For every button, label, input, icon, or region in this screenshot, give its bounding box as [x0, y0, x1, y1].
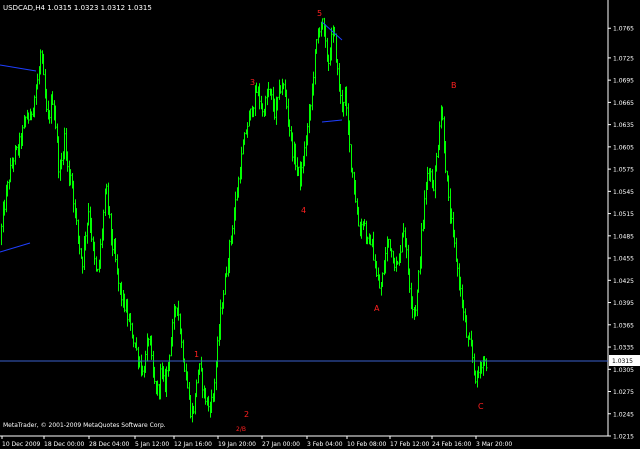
time-tick-label: 3 Feb 04:00 — [307, 441, 343, 448]
price-chart[interactable]: USDCAD,H4 1.0315 1.0323 1.0312 1.0315 1.… — [0, 0, 640, 449]
price-tick-label: 1.0365 — [613, 322, 634, 329]
current-price-label: 1.0315 — [612, 358, 633, 365]
time-tick-label: 17 Feb 12:00 — [390, 441, 430, 448]
time-tick-label: 19 Jan 20:00 — [218, 441, 256, 448]
symbol-title: USDCAD,H4 1.0315 1.0323 1.0312 1.0315 — [3, 4, 152, 12]
chart-background — [0, 0, 640, 449]
wave-label-4: 4 — [301, 206, 306, 215]
price-tick-label: 1.0335 — [613, 345, 634, 352]
time-tick-label: 12 Jan 16:00 — [174, 441, 212, 448]
price-tick-label: 1.0275 — [613, 389, 634, 396]
time-tick-label: 24 Feb 16:00 — [432, 441, 472, 448]
price-tick-label: 1.0545 — [613, 189, 634, 196]
wave-label-2b: 2/B — [236, 426, 246, 433]
price-tick-label: 1.0575 — [613, 167, 634, 174]
wave-label-2: 2 — [244, 410, 249, 419]
price-tick-label: 1.0605 — [613, 144, 634, 151]
wave-label-a: A — [374, 304, 380, 313]
price-tick-label: 1.0695 — [613, 78, 634, 85]
time-tick-label: 3 Mar 20:00 — [476, 441, 512, 448]
price-tick-label: 1.0245 — [613, 411, 634, 418]
wave-label-b: B — [451, 81, 457, 90]
time-tick-label: 10 Dec 2009 — [2, 441, 41, 448]
time-tick-label: 5 Jan 12:00 — [135, 441, 169, 448]
wave-label-5: 5 — [317, 9, 322, 18]
price-tick-label: 1.0515 — [613, 211, 634, 218]
price-tick-label: 1.0215 — [613, 434, 634, 441]
price-tick-label: 1.0765 — [613, 26, 634, 33]
price-tick-label: 1.0635 — [613, 122, 634, 129]
price-tick-label: 1.0485 — [613, 233, 634, 240]
wave-label-c: C — [478, 402, 484, 411]
time-tick-label: 28 Dec 04:00 — [89, 441, 130, 448]
price-tick-label: 1.0425 — [613, 278, 634, 285]
wave-label-1: 1 — [194, 350, 199, 359]
copyright-text: MetaTrader, © 2001-2009 MetaQuotes Softw… — [3, 422, 166, 429]
time-tick-label: 18 Dec 00:00 — [44, 441, 85, 448]
time-tick-label: 10 Feb 08:00 — [347, 441, 387, 448]
price-tick-label: 1.0455 — [613, 256, 634, 263]
price-tick-label: 1.0305 — [613, 367, 634, 374]
price-tick-label: 1.0395 — [613, 300, 634, 307]
time-tick-label: 27 Jan 00:00 — [262, 441, 300, 448]
price-tick-label: 1.0665 — [613, 100, 634, 107]
wave-label-3: 3 — [250, 78, 255, 87]
price-tick-label: 1.0725 — [613, 55, 634, 62]
